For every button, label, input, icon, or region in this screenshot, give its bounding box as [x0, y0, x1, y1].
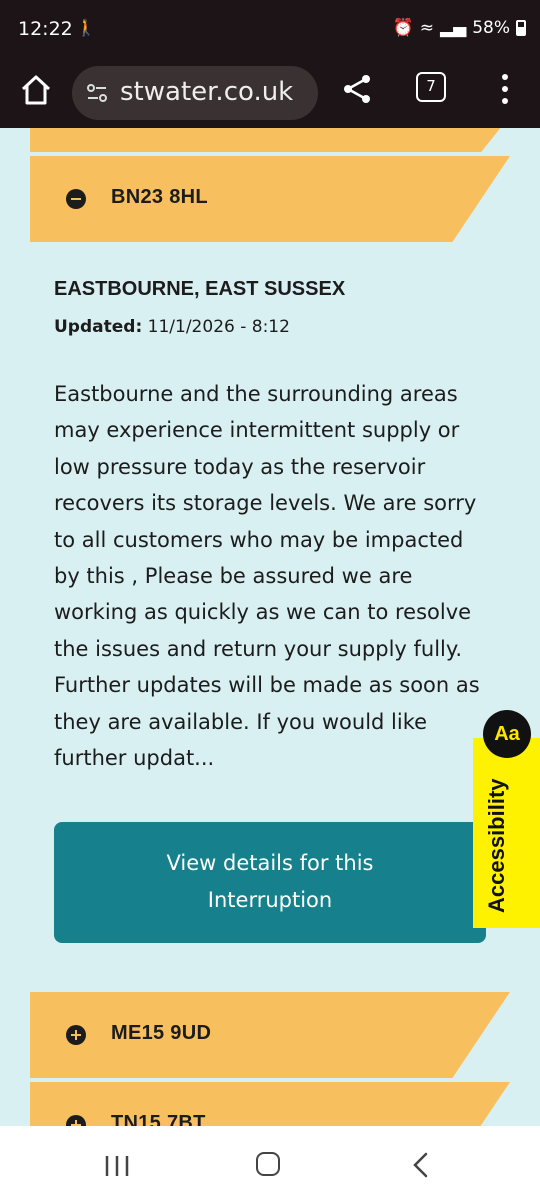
overflow-menu-icon[interactable]	[498, 72, 512, 106]
home-icon[interactable]	[18, 72, 54, 108]
view-details-line1: View details for this	[166, 851, 374, 875]
interruption-banner-tn15[interactable]: TN15 7BT	[30, 1082, 510, 1126]
status-icons: ⏰ ≈ ▂▄ 58%	[393, 18, 526, 38]
system-nav-bar	[0, 1126, 540, 1200]
view-details-line2: Interruption	[207, 888, 333, 912]
walking-icon: 🚶	[76, 18, 96, 37]
expand-icon	[66, 1025, 86, 1045]
share-icon[interactable]	[340, 72, 374, 106]
previous-interruption-banner[interactable]	[30, 128, 510, 152]
status-bar: 12:22 🚶 ⏰ ≈ ▂▄ 58%	[0, 0, 540, 60]
accessibility-label: Accessibility	[484, 778, 509, 913]
battery-percent: 58%	[472, 18, 510, 38]
home-nav-icon[interactable]	[256, 1152, 280, 1176]
url-text: stwater.co.uk	[120, 77, 294, 107]
interruption-banner-active[interactable]: BN23 8HL	[30, 156, 510, 242]
signal-icon: ▂▄	[440, 18, 467, 38]
battery-icon	[516, 20, 526, 36]
updated-line: Updated: 11/1/2026 - 8:12	[54, 317, 290, 337]
updated-value: 11/1/2026 - 8:12	[147, 317, 290, 337]
alarm-icon: ⏰	[392, 18, 414, 38]
page-content: BN23 8HL EASTBOURNE, EAST SUSSEX Updated…	[0, 128, 540, 1126]
postcode-label: BN23 8HL	[111, 186, 208, 208]
site-settings-icon[interactable]	[84, 80, 110, 106]
view-details-button[interactable]: View details for this Interruption	[54, 822, 486, 943]
updated-label: Updated:	[54, 317, 143, 337]
address-bar[interactable]: stwater.co.uk	[72, 66, 318, 120]
interruption-message: Eastbourne and the surrounding areas may…	[54, 382, 480, 771]
wifi-icon: ≈	[419, 18, 435, 38]
location-heading: EASTBOURNE, EAST SUSSEX	[54, 278, 346, 300]
collapse-icon	[66, 189, 86, 209]
browser-toolbar: stwater.co.uk 7	[0, 60, 540, 128]
back-icon[interactable]	[410, 1152, 430, 1178]
tabs-icon[interactable]: 7	[416, 72, 446, 102]
accessibility-badge[interactable]: Aa	[483, 710, 531, 758]
postcode-label: TN15 7BT	[111, 1112, 206, 1126]
postcode-label: ME15 9UD	[111, 1022, 212, 1044]
recent-apps-icon[interactable]	[104, 1155, 130, 1177]
expand-icon	[66, 1115, 86, 1126]
status-time: 12:22	[18, 18, 73, 40]
interruption-banner-me15[interactable]: ME15 9UD	[30, 992, 510, 1078]
